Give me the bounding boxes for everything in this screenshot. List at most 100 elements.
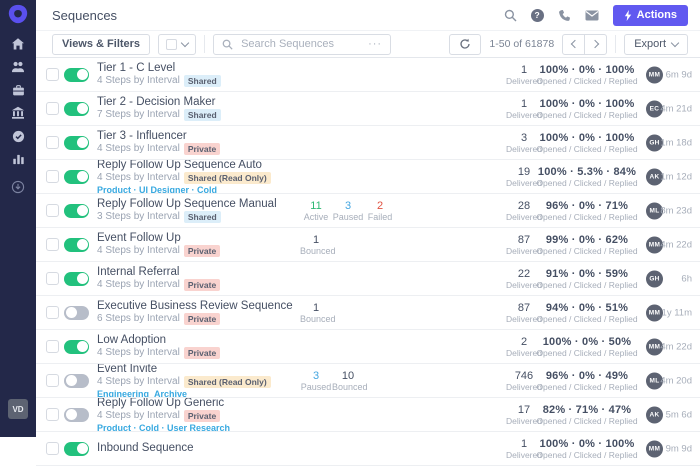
sequence-name[interactable]: Reply Follow Up Sequence Auto	[97, 160, 271, 171]
rates-values: 82% · 71% · 47%	[542, 403, 632, 416]
toolbar-right: 1-50 of 61878 Export	[449, 33, 688, 55]
sidebar-item-opportunities[interactable]	[8, 83, 28, 97]
sequence-name[interactable]: Executive Business Review Sequence	[97, 300, 293, 312]
sequence-name[interactable]: Event Follow Up	[97, 232, 220, 244]
last-activity-time: 4m 22d	[660, 341, 692, 352]
sequence-toggle[interactable]	[64, 373, 89, 388]
row-checkbox[interactable]	[46, 170, 59, 183]
rates-values: 100% · 0% · 100%	[539, 131, 635, 144]
sidebar-item-accounts[interactable]	[8, 106, 28, 120]
row-checkbox[interactable]	[46, 204, 59, 217]
visibility-badge: Shared	[183, 211, 221, 223]
sequence-toggle[interactable]	[64, 67, 89, 82]
sequence-name[interactable]: Event Invite	[97, 364, 271, 375]
sequence-toggle[interactable]	[64, 101, 89, 116]
visibility-badge: Private	[183, 143, 221, 155]
sidebar: VD	[0, 0, 36, 437]
sequence-toggle[interactable]	[64, 407, 89, 422]
views-filters-button[interactable]: Views & Filters	[52, 33, 151, 55]
sidebar-item-home[interactable]	[8, 37, 28, 51]
divider	[204, 35, 206, 53]
sequence-tags[interactable]: Product · Cold · User Research	[97, 423, 230, 431]
call-button[interactable]	[558, 9, 571, 22]
rates-stat: 100% · 0% · 50% Opened / Clicked / Repli…	[521, 336, 653, 358]
sequence-name[interactable]: Tier 2 - Decision Maker	[97, 96, 221, 108]
sequence-steps: 4 Steps by Interval	[97, 375, 180, 387]
sequence-toggle[interactable]	[64, 169, 89, 184]
search-box: ···	[213, 33, 392, 55]
search-icon	[222, 39, 233, 50]
briefcase-icon	[12, 84, 24, 95]
sequence-info: Tier 2 - Decision Maker 7 Steps by Inter…	[97, 92, 221, 125]
visibility-badge: Private	[183, 313, 221, 325]
email-button[interactable]	[585, 10, 599, 21]
sequence-row: Executive Business Review Sequence 6 Ste…	[36, 296, 700, 330]
row-checkbox[interactable]	[46, 272, 59, 285]
sequence-name[interactable]: Tier 1 - C Level	[97, 62, 221, 74]
sidebar-item-reports[interactable]	[8, 152, 28, 166]
sequence-name[interactable]: Internal Referral	[97, 266, 220, 278]
next-page-button[interactable]	[584, 33, 608, 55]
search-options-icon[interactable]: ···	[368, 38, 382, 50]
actions-button[interactable]: Actions	[612, 4, 688, 26]
help-button[interactable]: ?	[530, 8, 544, 22]
sequence-name[interactable]: Inbound Sequence	[97, 442, 194, 454]
select-all-dropdown[interactable]	[158, 33, 197, 55]
sequence-toggle[interactable]	[64, 203, 89, 218]
rates-values: 91% · 0% · 59%	[545, 267, 629, 280]
sequence-info: Reply Follow Up Sequence Auto 4 Steps by…	[97, 160, 271, 193]
search-input[interactable]	[239, 37, 363, 51]
rates-stat: 82% · 71% · 47% Opened / Clicked / Repli…	[521, 404, 653, 426]
global-search-button[interactable]	[504, 9, 517, 22]
sequence-name[interactable]: Low Adoption	[97, 334, 220, 346]
user-avatar[interactable]: VD	[8, 399, 28, 419]
sequence-toggle[interactable]	[64, 135, 89, 150]
last-activity-time: 8m 23d	[660, 205, 692, 216]
sequence-tags[interactable]: Product · UI Designer · Cold	[97, 185, 271, 193]
row-checkbox[interactable]	[46, 238, 59, 251]
row-checkbox[interactable]	[46, 68, 59, 81]
sequence-toggle[interactable]	[64, 441, 89, 456]
row-checkbox[interactable]	[46, 442, 59, 455]
sequence-table: Tier 1 - C Level 4 Steps by Interval Sha…	[36, 58, 700, 466]
sequence-name[interactable]: Reply Follow Up Sequence Manual	[97, 198, 277, 210]
sequence-info: Internal Referral 4 Steps by Interval Pr…	[97, 262, 221, 295]
row-checkbox[interactable]	[46, 102, 59, 115]
last-activity-time: 4m 21d	[660, 103, 692, 114]
row-checkbox[interactable]	[46, 136, 59, 149]
sequence-info: Executive Business Review Sequence 6 Ste…	[97, 296, 293, 329]
row-checkbox[interactable]	[46, 306, 59, 319]
rates-label: Opened / Clicked / Replied	[536, 211, 638, 222]
state-stat: 3 Paused	[300, 369, 332, 392]
row-checkbox[interactable]	[46, 340, 59, 353]
sequence-toggle[interactable]	[64, 305, 89, 320]
sidebar-item-import[interactable]	[8, 180, 28, 194]
refresh-button[interactable]	[449, 33, 482, 55]
rates-values: 100% · 0% · 100%	[539, 97, 635, 110]
sidebar-item-prospects[interactable]	[8, 60, 28, 74]
sequence-toggle[interactable]	[64, 237, 89, 252]
sequence-row: Reply Follow Up Sequence Auto 4 Steps by…	[36, 160, 700, 194]
chevron-right-icon	[590, 39, 599, 49]
export-button[interactable]: Export	[624, 33, 688, 55]
outreach-logo[interactable]	[7, 3, 29, 25]
toggle-knob	[76, 205, 88, 216]
row-checkbox[interactable]	[46, 408, 59, 421]
sequence-name[interactable]: Reply Follow Up Generic	[97, 398, 230, 409]
toggle-knob	[76, 171, 88, 182]
chevron-down-icon	[180, 38, 190, 47]
rates-stat: 96% · 0% · 49% Opened / Clicked / Replie…	[521, 370, 653, 392]
pagination-count: 1-50 of 61878	[489, 38, 555, 50]
row-checkbox[interactable]	[46, 374, 59, 387]
sequence-toggle[interactable]	[64, 339, 89, 354]
sequence-info: Event Invite 4 Steps by Interval Shared …	[97, 364, 271, 397]
sidebar-item-tasks[interactable]	[8, 129, 28, 143]
last-activity-time: 1m 18d	[660, 137, 692, 148]
page-title: Sequences	[52, 7, 118, 23]
sequence-steps: 4 Steps by Interval	[97, 245, 180, 256]
phone-icon	[558, 9, 570, 21]
prev-page-button[interactable]	[562, 33, 586, 55]
sequence-name[interactable]: Tier 3 - Influencer	[97, 130, 220, 142]
sequence-tags[interactable]: Engineering_Archive	[97, 389, 271, 397]
sequence-toggle[interactable]	[64, 271, 89, 286]
